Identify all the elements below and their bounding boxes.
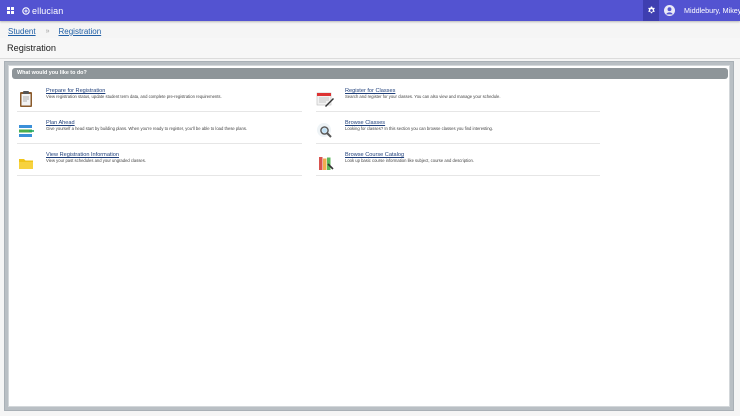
page-title: Registration xyxy=(7,43,57,53)
view-registration-information-description: View your past schedules and your ungrad… xyxy=(46,158,147,163)
browse-course-catalog-item[interactable]: Browse Course Catalog Look up basic cour… xyxy=(316,150,600,176)
breadcrumb-registration[interactable]: Registration xyxy=(58,27,101,36)
prepare-for-registration-description: View registration status, update student… xyxy=(46,94,222,99)
page-title-bar xyxy=(0,38,740,59)
content-panel xyxy=(8,65,730,407)
register-for-classes-description: Search and register for your classes. Yo… xyxy=(345,94,501,99)
brand-name: ellucian xyxy=(32,5,64,16)
settings-button[interactable] xyxy=(643,0,659,21)
plan-ahead-item[interactable]: Plan Ahead Give yourself a head start by… xyxy=(17,118,302,144)
breadcrumb: Student » Registration xyxy=(8,27,101,36)
user-name[interactable]: Middlebury, Mikey xyxy=(684,6,740,15)
clipboard-icon xyxy=(20,91,32,107)
avatar-icon[interactable] xyxy=(664,5,675,16)
breadcrumb-student[interactable]: Student xyxy=(8,27,36,36)
prepare-for-registration-item[interactable]: Prepare for Registration View registrati… xyxy=(17,86,302,112)
calendar-pencil-icon xyxy=(316,92,334,107)
browse-classes-item[interactable]: Browse Classes Looking for classes? In t… xyxy=(316,118,600,144)
app-grid-icon[interactable] xyxy=(7,7,14,14)
view-registration-information-item[interactable]: View Registration Information View your … xyxy=(17,150,302,176)
register-for-classes-item[interactable]: Register for Classes Search and register… xyxy=(316,86,600,112)
ellucian-logo-icon xyxy=(22,6,30,15)
magnifier-icon xyxy=(317,123,332,138)
section-header: What would you like to do? xyxy=(12,68,728,79)
folder-icon xyxy=(19,159,33,169)
ellucian-logo[interactable]: ellucian xyxy=(22,4,63,17)
browse-classes-description: Looking for classes? In this section you… xyxy=(345,126,494,131)
gear-icon xyxy=(647,6,655,14)
plan-ahead-description: Give yourself a head start by building p… xyxy=(46,126,248,131)
plan-list-icon xyxy=(19,125,34,137)
books-icon xyxy=(319,157,334,170)
breadcrumb-separator: » xyxy=(45,28,50,35)
top-navigation-bar: ellucian Middlebury, Mikey xyxy=(0,0,740,21)
browse-course-catalog-description: Look up basic course information like su… xyxy=(345,158,474,163)
